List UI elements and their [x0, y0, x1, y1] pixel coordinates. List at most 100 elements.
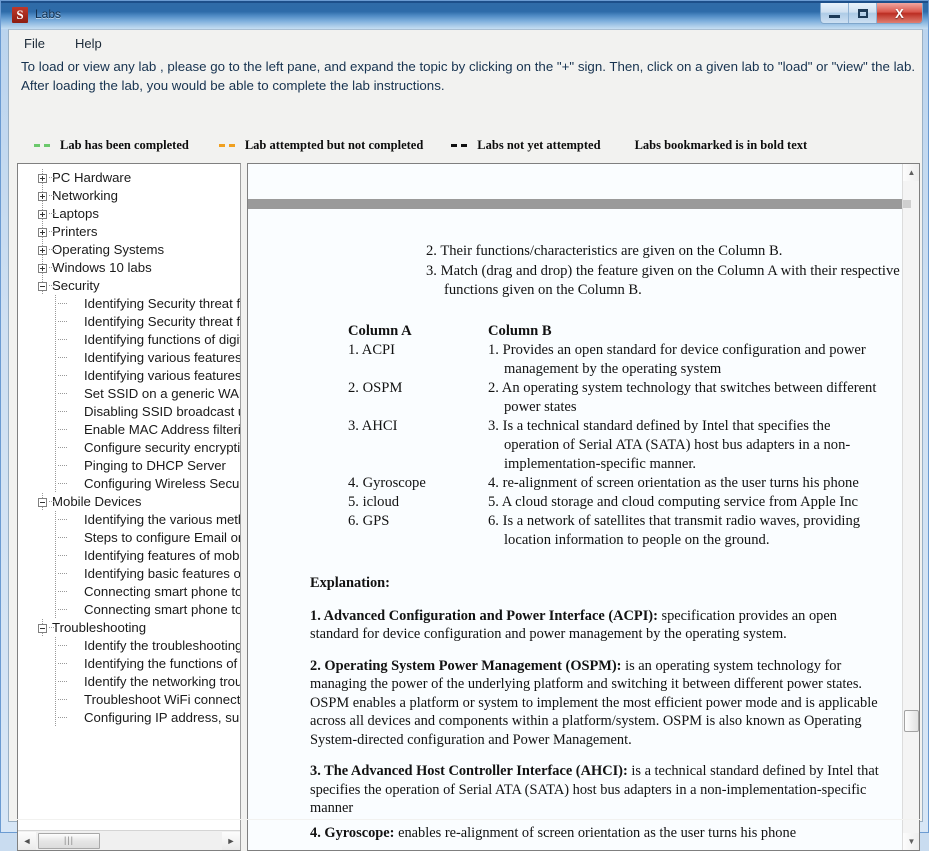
- matching-columns: Column A Column B 1. ACPI 1. Provides an …: [248, 322, 902, 550]
- tree-expander-minus-icon[interactable]: [38, 624, 47, 633]
- scroll-up-arrow-icon[interactable]: ▲: [903, 164, 919, 181]
- column-b-item[interactable]: 6. Is a network of satellites that trans…: [488, 512, 878, 550]
- tree-node-topic[interactable]: Security: [18, 277, 240, 295]
- tree-node-label: Connecting smart phone to F: [84, 602, 240, 617]
- tree-node-lab[interactable]: Steps to configure Email on: [18, 529, 240, 547]
- tree-node-lab[interactable]: Connecting smart phone to a: [18, 583, 240, 601]
- tree-node-lab[interactable]: Disabling SSID broadcast us: [18, 403, 240, 421]
- tree-node-lab[interactable]: Identify the troubleshooting t: [18, 637, 240, 655]
- legend-bookmark-note: Labs bookmarked is in bold text: [634, 137, 808, 152]
- tree-node-topic[interactable]: Networking: [18, 187, 240, 205]
- lab-tree[interactable]: PC Hardware Networking Laptops Printers Oper…: [18, 164, 240, 727]
- tree-tick: [58, 645, 67, 646]
- labs-window: S Labs X File Help To load or view any l…: [0, 0, 929, 851]
- menu-item-file[interactable]: File: [22, 33, 57, 54]
- tree-node-topic[interactable]: Windows 10 labs: [18, 259, 240, 277]
- tree-connector: [55, 673, 56, 691]
- minimize-button[interactable]: [821, 3, 849, 23]
- title-bar[interactable]: S Labs X: [1, 1, 928, 29]
- tree-node-label: Steps to configure Email on: [84, 530, 240, 545]
- tree-node-lab[interactable]: Identifying various features o: [18, 349, 240, 367]
- lab-document-viewport: 2. Their functions/characteristics are g…: [248, 164, 902, 850]
- column-a-item[interactable]: 2. OSPM: [348, 379, 483, 398]
- column-b-item[interactable]: 4. re-alignment of screen orientation as…: [488, 474, 878, 493]
- column-pair-row: 4. Gyroscope 4. re-alignment of screen or…: [248, 474, 902, 493]
- tree-expander-plus-icon[interactable]: [38, 210, 47, 219]
- column-pairs: 1. ACPI 1. Provides an open standard for …: [248, 341, 902, 550]
- lab-document-pane: 2. Their functions/characteristics are g…: [247, 163, 920, 851]
- tree-node-lab[interactable]: Configure security encryption: [18, 439, 240, 457]
- tree-expander-plus-icon[interactable]: [38, 174, 47, 183]
- tree-node-topic[interactable]: Operating Systems: [18, 241, 240, 259]
- document-vscroll-thumb[interactable]: [904, 710, 919, 732]
- instructions-text: To load or view any lab , please go to t…: [21, 57, 919, 95]
- tree-node-lab[interactable]: Identifying functions of digital: [18, 331, 240, 349]
- column-b-item[interactable]: 5. A cloud storage and cloud computing s…: [488, 493, 878, 512]
- column-a-item[interactable]: 4. Gyroscope: [348, 474, 483, 493]
- tree-expander-minus-icon[interactable]: [38, 282, 47, 291]
- tree-node-lab[interactable]: Identifying Security threat fea: [18, 313, 240, 331]
- tree-node-topic[interactable]: Troubleshooting: [18, 619, 240, 637]
- tree-node-topic[interactable]: Mobile Devices: [18, 493, 240, 511]
- tree-hscroll-thumb[interactable]: |||: [38, 832, 100, 849]
- explanation-paragraph: 2. Operating System Power Management (OS…: [310, 657, 878, 748]
- tree-connector: [55, 349, 56, 367]
- column-b-item[interactable]: 3. Is a technical standard defined by In…: [488, 417, 878, 474]
- tree-node-topic[interactable]: Printers: [18, 223, 240, 241]
- tree-expander-plus-icon[interactable]: [38, 228, 47, 237]
- column-b-item[interactable]: 2. An operating system technology that s…: [488, 379, 878, 417]
- tree-hscroll-track[interactable]: |||: [36, 832, 222, 850]
- tree-expander-plus-icon[interactable]: [38, 246, 47, 255]
- minimize-icon: [829, 14, 840, 18]
- column-b-item[interactable]: 1. Provides an open standard for device …: [488, 341, 878, 379]
- tree-node-lab[interactable]: Identifying various features o: [18, 367, 240, 385]
- tree-connector: [55, 457, 56, 475]
- tree-horizontal-scrollbar[interactable]: ◄ ||| ►: [18, 830, 240, 850]
- tree-node-topic[interactable]: PC Hardware: [18, 169, 240, 187]
- tree-node-label: Security: [52, 278, 100, 293]
- tree-expander-plus-icon[interactable]: [38, 192, 47, 201]
- tree-node-lab[interactable]: Identifying features of mobile: [18, 547, 240, 565]
- tree-node-label: Networking: [52, 188, 118, 203]
- menu-item-help[interactable]: Help: [73, 33, 114, 54]
- legend-not-attempted: Labs not yet attempted: [451, 139, 601, 152]
- lab-tree-scroll: PC Hardware Networking Laptops Printers Oper…: [18, 164, 240, 830]
- tree-node-label: Windows 10 labs: [52, 260, 152, 275]
- tree-node-lab[interactable]: Configuring IP address, subr: [18, 709, 240, 727]
- column-pair-row: 1. ACPI 1. Provides an open standard for …: [248, 341, 902, 379]
- document-vertical-scrollbar[interactable]: ▲ ▼: [902, 164, 919, 850]
- tree-node-lab[interactable]: Configuring Wireless Securit: [18, 475, 240, 493]
- tree-expander-minus-icon[interactable]: [38, 498, 47, 507]
- close-button[interactable]: X: [877, 3, 922, 23]
- tree-tick: [58, 609, 67, 610]
- scroll-down-arrow-icon[interactable]: ▼: [903, 833, 919, 850]
- tree-node-lab[interactable]: Troubleshoot WiFi connectio: [18, 691, 240, 709]
- tree-node-lab[interactable]: Enable MAC Address filterin: [18, 421, 240, 439]
- tree-node-label: Identifying Security threat fea: [84, 314, 240, 329]
- scroll-right-arrow-icon[interactable]: ►: [222, 831, 240, 850]
- legend-dash-green-icon: [34, 143, 50, 147]
- tree-node-lab[interactable]: Connecting smart phone to F: [18, 601, 240, 619]
- tree-node-label: Disabling SSID broadcast us: [84, 404, 240, 419]
- scroll-left-arrow-icon[interactable]: ◄: [18, 831, 36, 850]
- tree-node-label: Operating Systems: [52, 242, 165, 257]
- question-line: 2. Their functions/characteristics are g…: [426, 243, 783, 259]
- column-a-item[interactable]: 5. icloud: [348, 493, 483, 512]
- maximize-button[interactable]: [849, 3, 877, 23]
- tree-expander-plus-icon[interactable]: [38, 264, 47, 273]
- explanation-section: Explanation: 1. Advanced Configuration a…: [248, 574, 902, 850]
- tree-node-lab[interactable]: Identifying basic features of: [18, 565, 240, 583]
- tree-node-lab[interactable]: Identifying the various metho: [18, 511, 240, 529]
- tree-node-lab[interactable]: Identify the networking troubl: [18, 673, 240, 691]
- tree-node-lab[interactable]: Identifying the functions of va: [18, 655, 240, 673]
- tree-node-topic[interactable]: Laptops: [18, 205, 240, 223]
- tree-node-lab[interactable]: Identifying Security threat fea: [18, 295, 240, 313]
- explanation-paragraph: 1. Advanced Configuration and Power Inte…: [310, 607, 837, 643]
- lab-document-content: 2. Their functions/characteristics are g…: [248, 216, 902, 850]
- tree-connector: [55, 529, 56, 547]
- column-a-item[interactable]: 1. ACPI: [348, 341, 483, 360]
- tree-node-lab[interactable]: Pinging to DHCP Server: [18, 457, 240, 475]
- tree-node-lab[interactable]: Set SSID on a generic WAP: [18, 385, 240, 403]
- column-a-item[interactable]: 3. AHCI: [348, 417, 483, 436]
- column-a-item[interactable]: 6. GPS: [348, 512, 483, 531]
